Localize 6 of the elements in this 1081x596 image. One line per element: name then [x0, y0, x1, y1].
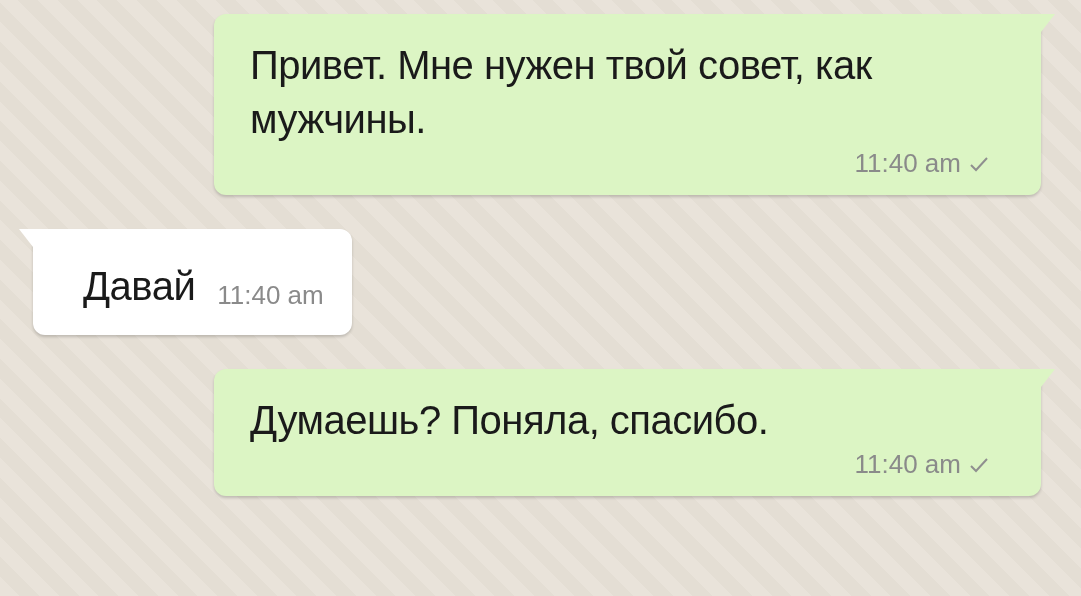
message-text: Думаешь? Поняла, спасибо. — [250, 397, 770, 444]
message-text: Давай — [83, 263, 196, 310]
message-text: Привет. Мне нужен твой совет, как мужчины. — [250, 42, 874, 143]
message-time: 11:40 am — [854, 449, 961, 480]
message-time: 11:40 am — [854, 148, 961, 179]
message-time: 11:40 am — [217, 280, 324, 311]
